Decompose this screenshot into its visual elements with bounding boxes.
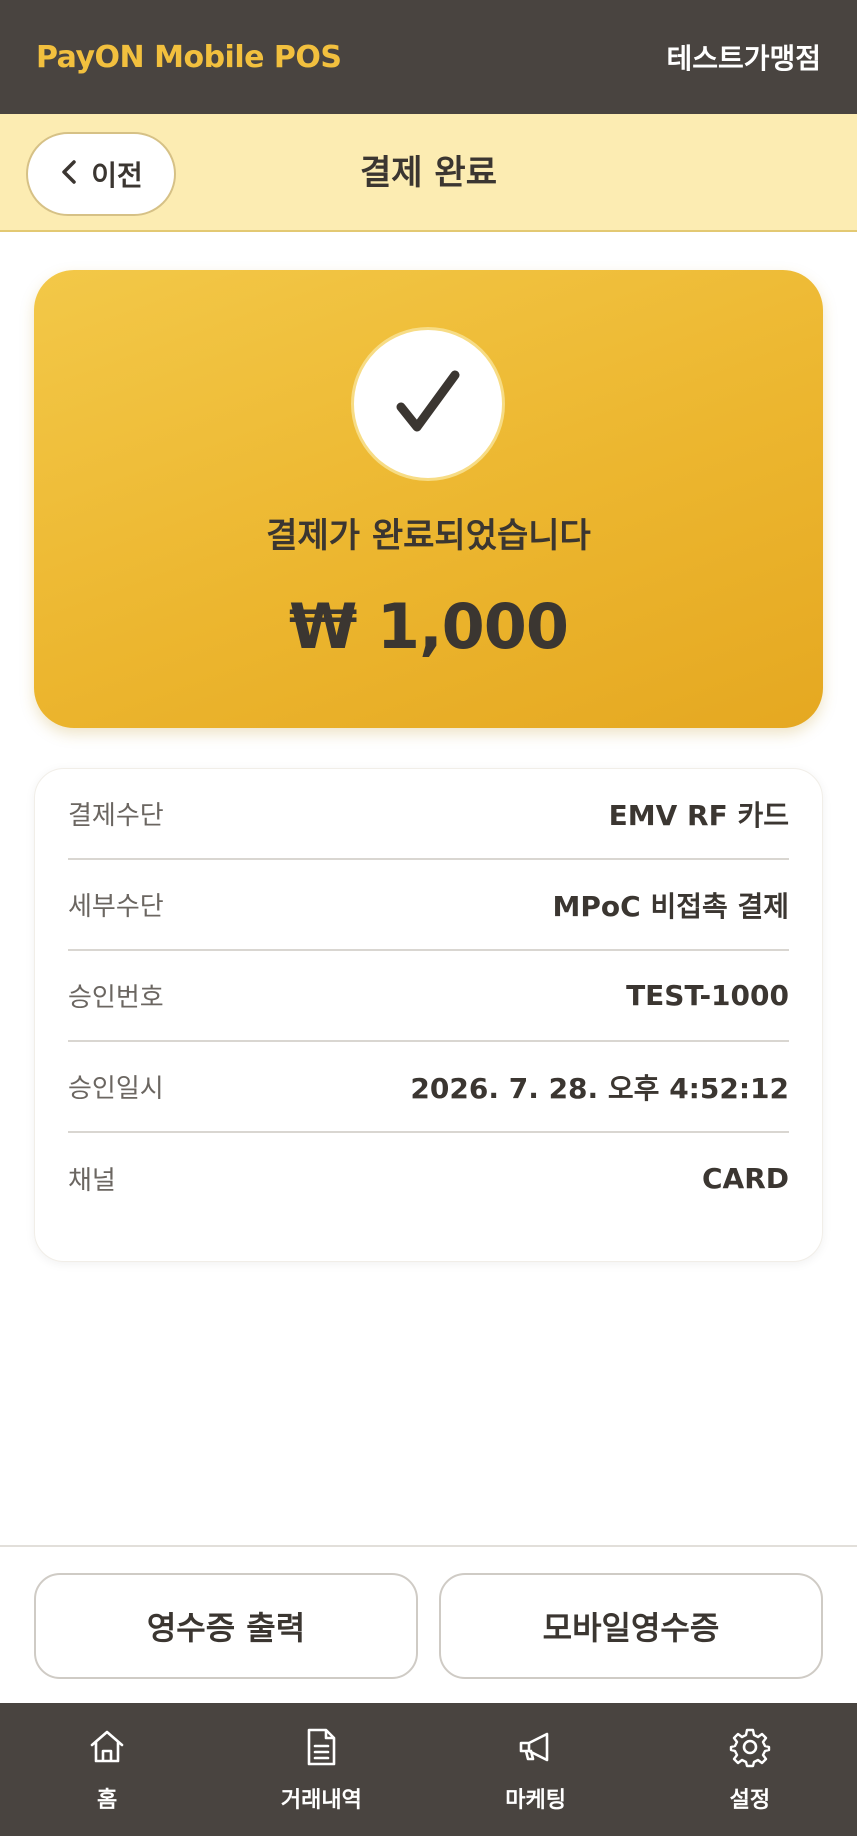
detail-label: 승인번호 <box>68 983 164 1013</box>
payment-success-card: 결제가 완료되었습니다 ₩ 1,000 <box>34 270 823 728</box>
detail-label: 승인일시 <box>68 1074 164 1104</box>
detail-value: MPoC 비접촉 결제 <box>552 889 789 923</box>
tab-transactions[interactable]: 거래내역 <box>214 1703 428 1836</box>
detail-row-channel: 채널 CARD <box>68 1133 789 1224</box>
tab-marketing[interactable]: 마케팅 <box>429 1703 643 1836</box>
check-icon <box>351 327 505 481</box>
back-button-label: 이전 <box>91 159 143 192</box>
success-message: 결제가 완료되었습니다 <box>266 516 591 556</box>
document-icon <box>300 1726 342 1772</box>
detail-row-method: 결제수단 EMV RF 카드 <box>68 769 789 860</box>
tab-home[interactable]: 홈 <box>0 1703 214 1836</box>
gear-icon <box>729 1726 771 1772</box>
detail-label: 세부수단 <box>68 892 164 922</box>
chevron-left-icon <box>59 158 79 190</box>
mobile-receipt-button[interactable]: 모바일영수증 <box>439 1573 823 1679</box>
payment-amount: ₩ 1,000 <box>288 590 569 663</box>
tab-settings[interactable]: 설정 <box>643 1703 857 1836</box>
print-receipt-button[interactable]: 영수증 출력 <box>34 1573 418 1679</box>
app-brand: PayON Mobile POS <box>36 39 342 75</box>
receipt-actions: 영수증 출력 모바일영수증 <box>0 1545 857 1703</box>
payment-details: 결제수단 EMV RF 카드 세부수단 MPoC 비접촉 결제 승인번호 TES… <box>34 768 823 1262</box>
detail-label: 결제수단 <box>68 801 164 831</box>
detail-value: CARD <box>701 1162 789 1195</box>
store-name: 테스트가맹점 <box>666 42 821 75</box>
tab-label: 홈 <box>97 1787 118 1813</box>
back-button[interactable]: 이전 <box>26 132 176 216</box>
detail-value: EMV RF 카드 <box>608 798 789 832</box>
bottom-tab-bar: 홈 거래내역 마케팅 설정 <box>0 1703 857 1836</box>
top-app-bar: PayON Mobile POS 테스트가맹점 <box>0 0 857 114</box>
detail-row-approval-number: 승인번호 TEST-1000 <box>68 951 789 1042</box>
tab-label: 설정 <box>729 1787 771 1813</box>
home-icon <box>86 1726 128 1772</box>
tab-label: 거래내역 <box>280 1787 362 1813</box>
megaphone-icon <box>515 1726 557 1772</box>
tab-label: 마케팅 <box>505 1787 566 1813</box>
page-header: 결제 완료 이전 <box>0 114 857 232</box>
detail-label: 채널 <box>68 1166 116 1196</box>
detail-row-approval-time: 승인일시 2026. 7. 28. 오후 4:52:12 <box>68 1042 789 1133</box>
detail-value: TEST-1000 <box>626 979 789 1012</box>
detail-value: 2026. 7. 28. 오후 4:52:12 <box>410 1071 789 1105</box>
detail-row-sub-method: 세부수단 MPoC 비접촉 결제 <box>68 860 789 951</box>
